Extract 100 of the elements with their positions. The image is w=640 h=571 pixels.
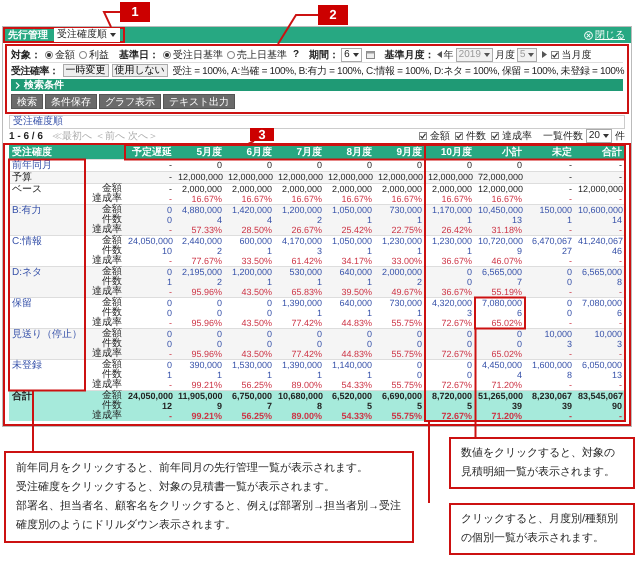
table-cell[interactable]: 28.50% (241, 225, 272, 235)
table-cell[interactable]: 150,000 (539, 205, 572, 215)
table-cell[interactable]: 43.50% (241, 318, 272, 328)
table-cell[interactable]: 65.02% (491, 318, 522, 328)
table-cell[interactable]: 10,000 (544, 329, 572, 339)
table-cell[interactable]: 1 (466, 215, 472, 225)
table-cell[interactable]: 530,000 (289, 267, 322, 277)
table-cell[interactable]: - (569, 225, 572, 235)
table-cell[interactable]: - (619, 411, 622, 421)
table-cell[interactable]: 0 (166, 298, 172, 308)
table-cell[interactable]: 2,000,000 (232, 184, 272, 194)
table-cell[interactable]: 0 (216, 160, 222, 170)
table-cell[interactable]: 10,680,000 (278, 391, 324, 401)
table-cell[interactable]: 0 (266, 339, 272, 349)
table-cell[interactable]: 55.75% (391, 380, 422, 390)
table-cell[interactable]: 77.42% (291, 318, 322, 328)
table-cell[interactable]: 0 (566, 308, 572, 318)
table-cell[interactable]: 4 (266, 215, 272, 225)
table-cell[interactable]: 72.67% (441, 380, 472, 390)
table-cell[interactable]: 8 (316, 401, 322, 411)
table-cell[interactable]: 36.67% (441, 256, 472, 266)
table-cell[interactable]: - (569, 349, 572, 359)
table-cell[interactable]: 43.50% (241, 287, 272, 297)
table-cell[interactable]: 2,000,000 (432, 184, 472, 194)
table-cell[interactable]: 12,000,000 (478, 184, 524, 194)
row-label[interactable]: B:有力 (12, 206, 42, 216)
table-cell[interactable]: 730,000 (389, 298, 422, 308)
table-cell[interactable]: 3 (316, 246, 322, 256)
table-cell[interactable]: 0 (166, 308, 172, 318)
row-label[interactable]: C:情報 (12, 237, 42, 247)
action-button[interactable]: テキスト出力 (163, 94, 235, 109)
table-cell[interactable]: 1,390,000 (282, 298, 322, 308)
table-cell[interactable]: 0 (266, 160, 272, 170)
table-cell[interactable]: 95.96% (191, 349, 222, 359)
row-label[interactable]: 未登録 (12, 361, 42, 371)
table-cell[interactable]: 3 (566, 339, 572, 349)
table-cell[interactable]: 0 (466, 160, 472, 170)
table-cell[interactable]: 2 (216, 277, 222, 287)
table-cell[interactable]: 0 (466, 370, 472, 380)
action-button[interactable]: 検索 (11, 94, 43, 109)
table-cell[interactable]: - (169, 256, 172, 266)
table-cell[interactable]: 1 (166, 370, 172, 380)
table-cell[interactable]: 39 (562, 401, 572, 411)
table-cell[interactable]: 0 (166, 329, 172, 339)
table-cell[interactable]: 16.67% (491, 194, 522, 204)
table-cell[interactable]: 0 (516, 160, 522, 170)
table-cell[interactable]: 77.67% (191, 256, 222, 266)
radio-button[interactable] (45, 50, 53, 58)
table-cell[interactable]: 1 (416, 215, 422, 225)
table-cell[interactable]: - (569, 380, 572, 390)
table-cell[interactable]: 1 (366, 215, 372, 225)
table-cell[interactable]: 4,170,000 (282, 236, 322, 246)
table-cell[interactable]: 390,000 (189, 360, 222, 370)
table-cell[interactable]: 9 (216, 401, 222, 411)
table-cell[interactable]: 8 (616, 277, 622, 287)
table-cell[interactable]: 2,000,000 (282, 184, 322, 194)
table-cell[interactable]: 0 (266, 308, 272, 318)
table-cell[interactable]: 54.33% (341, 380, 372, 390)
table-cell[interactable]: 5 (416, 401, 422, 411)
table-cell[interactable]: 2,000,000 (332, 184, 372, 194)
left-triangle-icon[interactable] (436, 51, 442, 58)
table-cell[interactable]: 61.42% (291, 256, 322, 266)
table-cell[interactable]: 0 (266, 329, 272, 339)
table-cell[interactable]: 4,450,000 (482, 360, 522, 370)
table-cell[interactable]: 2,000,000 (382, 267, 422, 277)
table-cell[interactable]: - (169, 380, 172, 390)
table-cell[interactable]: 24,050,000 (128, 236, 174, 246)
checkbox[interactable] (454, 132, 463, 140)
table-cell[interactable]: 44.83% (341, 349, 372, 359)
table-cell[interactable]: 640,000 (339, 267, 372, 277)
table-cell[interactable]: 41,240,067 (578, 236, 624, 246)
table-cell[interactable]: 1,600,000 (532, 360, 572, 370)
table-cell[interactable]: 8,720,000 (432, 391, 472, 401)
table-cell[interactable]: 4,320,000 (432, 298, 472, 308)
table-cell[interactable]: 0 (366, 160, 372, 170)
table-cell[interactable]: 1 (366, 308, 372, 318)
checkbox[interactable] (490, 132, 499, 140)
table-cell[interactable]: 26.67% (291, 225, 322, 235)
table-cell[interactable]: 10,000 (594, 329, 622, 339)
table-cell[interactable]: 65.83% (291, 287, 322, 297)
table-cell[interactable]: 10,720,000 (478, 236, 524, 246)
table-cell[interactable]: 1 (166, 277, 172, 287)
period-select[interactable]: 6 (341, 48, 362, 62)
table-cell[interactable]: 16.67% (191, 194, 222, 204)
table-cell[interactable]: 0 (416, 329, 422, 339)
table-cell[interactable]: 36.67% (441, 287, 472, 297)
radio-button[interactable] (163, 50, 171, 58)
table-cell[interactable]: 0 (166, 267, 172, 277)
table-cell[interactable]: 11,905,000 (178, 391, 223, 401)
row-label[interactable]: D:ネタ (12, 268, 42, 278)
table-cell[interactable]: 1 (316, 277, 322, 287)
table-cell[interactable]: 1 (316, 370, 322, 380)
table-cell[interactable]: 0 (216, 308, 222, 318)
table-cell[interactable]: 10,450,000 (478, 205, 524, 215)
table-cell[interactable]: 56.25% (241, 380, 272, 390)
table-cell[interactable]: 6 (616, 308, 622, 318)
table-cell[interactable]: 1 (566, 215, 572, 225)
table-cell[interactable]: - (569, 318, 572, 328)
table-cell[interactable]: 1 (266, 370, 272, 380)
table-cell[interactable]: 49.67% (391, 287, 422, 297)
